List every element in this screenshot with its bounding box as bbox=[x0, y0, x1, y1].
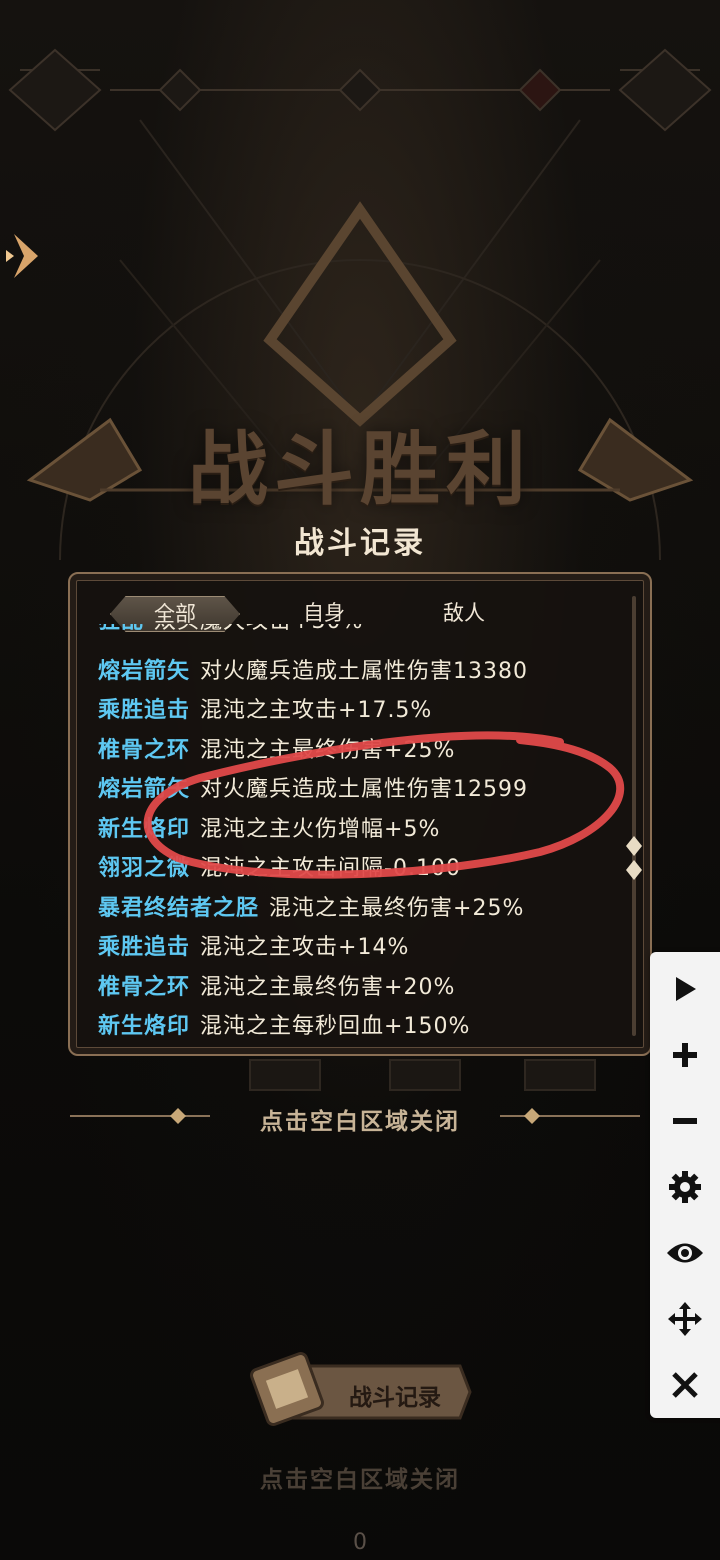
visibility-button[interactable] bbox=[650, 1220, 720, 1286]
log-effect-text: 混沌之主每秒回血+150% bbox=[200, 1014, 471, 1036]
log-effect-text: 混沌之主最终伤害+25% bbox=[269, 896, 525, 921]
log-skill-name: 乘胜追击 bbox=[98, 698, 191, 723]
log-entry: 暴君终结者之胫 混沌之主最终伤害+25% bbox=[98, 889, 524, 929]
log-entry: 新生烙印 混沌之主火伤增幅+5% bbox=[98, 810, 440, 850]
log-effect-text: 混沌之主攻击+17.5% bbox=[200, 698, 433, 723]
log-skill-name: 翎羽之微 bbox=[98, 856, 191, 881]
log-skill-name: 新生烙印 bbox=[98, 1014, 191, 1036]
log-skill-name: 椎骨之环 bbox=[98, 738, 191, 763]
play-icon bbox=[676, 977, 696, 1001]
log-effect-text: 混沌之主火伤增幅+5% bbox=[200, 817, 441, 842]
log-effect-text: 对火魔兵造成土属性伤害13380 bbox=[200, 659, 529, 684]
log-effect-text: 混沌之主最终伤害+25% bbox=[200, 738, 456, 763]
log-entry-partial: 狂乱双头魔犬攻击+30% bbox=[98, 624, 363, 642]
bottom-counter: 0 bbox=[353, 1530, 367, 1555]
log-effect-text: 混沌之主攻击+14% bbox=[200, 935, 410, 960]
close-icon bbox=[672, 1372, 698, 1398]
log-entry: 乘胜追击 混沌之主攻击+17.5% bbox=[98, 691, 432, 731]
log-scrollbar[interactable] bbox=[632, 596, 636, 1036]
log-skill-name: 椎骨之环 bbox=[98, 975, 191, 1000]
log-entry: 熔岩箭矢 对火魔兵造成土属性伤害12599 bbox=[98, 770, 528, 810]
victory-title: 战斗胜利 bbox=[188, 422, 532, 516]
log-skill-name: 狂乱 bbox=[98, 624, 144, 634]
log-effect-text: 双头魔犬攻击+30% bbox=[154, 624, 363, 634]
log-effect-text: 混沌之主最终伤害+20% bbox=[200, 975, 456, 1000]
log-entry: 乘胜追击 混沌之主攻击+14% bbox=[98, 928, 409, 968]
play-button[interactable] bbox=[650, 956, 720, 1022]
log-skill-name: 暴君终结者之胫 bbox=[98, 896, 260, 921]
castle-icon bbox=[8, 48, 102, 132]
log-skill-name: 熔岩箭矢 bbox=[98, 659, 191, 684]
battle-record-title: 战斗记录 bbox=[294, 526, 426, 561]
close-toolbar-button[interactable] bbox=[650, 1352, 720, 1418]
zoom-out-button[interactable] bbox=[650, 1088, 720, 1154]
move-button[interactable] bbox=[650, 1286, 720, 1352]
top-menu-bar bbox=[8, 48, 712, 132]
log-effect-text: 对火魔兵造成土属性伤害12599 bbox=[200, 777, 529, 802]
visibility-eye-icon bbox=[667, 1243, 703, 1263]
log-entry: 翎羽之微 混沌之主攻击间隔-0.100 bbox=[98, 849, 461, 889]
log-entry: 椎骨之环 混沌之主最终伤害+20% bbox=[98, 968, 455, 1008]
zoom-out-icon bbox=[673, 1118, 697, 1124]
battle-log-list[interactable]: 狂乱双头魔犬攻击+30% 熔岩箭矢对火魔兵造成土属性伤害13380 乘胜追击混沌… bbox=[98, 624, 618, 1036]
zoom-in-button[interactable] bbox=[650, 1022, 720, 1088]
battle-record-button-label: 战斗记录 bbox=[349, 1385, 441, 1411]
settings-gear-icon bbox=[669, 1171, 701, 1203]
floating-toolbar bbox=[650, 952, 720, 1418]
background-close-hint: 点击空白区域关闭 bbox=[260, 1467, 460, 1493]
scroll-thumb[interactable] bbox=[624, 836, 644, 880]
battle-record-panel: 全部 自身 敌人 狂乱双头魔犬攻击+30% 熔岩箭矢对火魔兵造成土属性伤害133… bbox=[68, 572, 652, 1056]
map-icon bbox=[618, 48, 712, 132]
log-entry: 椎骨之环 混沌之主最终伤害+25% bbox=[98, 731, 455, 771]
move-icon bbox=[668, 1302, 702, 1336]
settings-button[interactable] bbox=[650, 1154, 720, 1220]
log-entry: 熔岩箭矢 对火魔兵造成土属性伤害13380 bbox=[98, 652, 528, 692]
log-entry: 新生烙印 混沌之主每秒回血+150% bbox=[98, 1007, 470, 1036]
log-effect-text: 混沌之主攻击间隔-0.100 bbox=[200, 856, 461, 881]
hint-ornament-right bbox=[500, 1108, 640, 1124]
log-skill-name: 乘胜追击 bbox=[98, 935, 191, 960]
zoom-in-icon bbox=[673, 1043, 697, 1067]
log-skill-name: 熔岩箭矢 bbox=[98, 777, 191, 802]
log-skill-name: 新生烙印 bbox=[98, 817, 191, 842]
